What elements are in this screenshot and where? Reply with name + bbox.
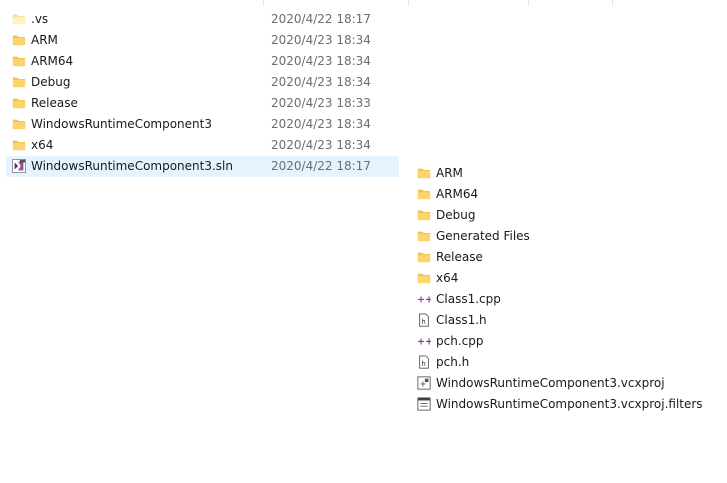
project-folder-file-list: ARMARM64DebugGenerated FilesReleasex64++… (411, 163, 721, 415)
folder-icon (12, 96, 26, 110)
file-list-item[interactable]: ++ pch.cpp (411, 331, 721, 352)
file-list-item[interactable]: ARM 2020/4/23 18:34 (6, 30, 399, 51)
date-modified: 2020/4/23 18:34 (271, 54, 371, 68)
file-list-item[interactable]: WindowsRuntimeComponent3 2020/4/23 18:34 (6, 114, 399, 135)
folder-icon (417, 208, 431, 222)
folder-icon (417, 271, 431, 285)
folder-icon (12, 138, 26, 152)
date-modified: 2020/4/23 18:34 (271, 117, 371, 131)
file-list-item[interactable]: Debug (411, 205, 721, 226)
folder-icon (12, 75, 26, 89)
folder-icon (12, 54, 26, 68)
file-name: Debug (436, 208, 476, 222)
column-divider[interactable] (528, 0, 529, 6)
date-modified: 2020/4/23 18:34 (271, 75, 371, 89)
file-list-item[interactable]: Debug 2020/4/23 18:34 (6, 72, 399, 93)
file-list-item[interactable]: h pch.h (411, 352, 721, 373)
file-list-item[interactable]: Generated Files (411, 226, 721, 247)
file-name: WindowsRuntimeComponent3 (31, 117, 212, 131)
folder-icon (417, 229, 431, 243)
file-list-item[interactable]: Release 2020/4/23 18:33 (6, 93, 399, 114)
date-modified: 2020/4/23 18:33 (271, 96, 371, 110)
hidden-folder-icon (12, 12, 26, 26)
file-name: Debug (31, 75, 71, 89)
folder-icon (417, 250, 431, 264)
date-modified: 2020/4/23 18:34 (271, 138, 371, 152)
header-file-icon: h (417, 313, 431, 327)
cpp-file-icon: ++ (417, 334, 433, 348)
file-list-item[interactable]: + WindowsRuntimeComponent3.vcxproj (411, 373, 721, 394)
folder-icon (417, 187, 431, 201)
column-divider[interactable] (263, 0, 264, 6)
file-name: Class1.h (436, 313, 487, 327)
file-name: pch.h (436, 355, 470, 369)
column-divider[interactable] (408, 0, 409, 6)
file-name: Release (31, 96, 78, 110)
date-modified: 2020/4/22 18:17 (271, 12, 371, 26)
date-modified: 2020/4/22 18:17 (271, 159, 371, 173)
file-name: ARM64 (436, 187, 479, 201)
file-name: WindowsRuntimeComponent3.vcxproj.filters (436, 397, 703, 411)
vcxproj-file-icon: + (417, 376, 431, 390)
svg-text:++: ++ (417, 337, 431, 348)
file-list-item[interactable]: WindowsRuntimeComponent3.vcxproj.filters (411, 394, 721, 415)
file-name: ARM (31, 33, 58, 47)
folder-icon (12, 117, 26, 131)
visual-studio-solution-icon (12, 159, 26, 173)
file-name: x64 (436, 271, 459, 285)
file-name: Class1.cpp (436, 292, 501, 306)
file-list-item[interactable]: x64 (411, 268, 721, 289)
file-name: WindowsRuntimeComponent3.vcxproj (436, 376, 665, 390)
file-list-item[interactable]: WindowsRuntimeComponent3.sln 2020/4/22 18… (6, 156, 399, 177)
folder-icon (12, 33, 26, 47)
column-divider[interactable] (612, 0, 613, 6)
file-name: ARM64 (31, 54, 74, 68)
file-name: Generated Files (436, 229, 530, 243)
folder-icon (417, 166, 431, 180)
solution-folder-file-list: .vs 2020/4/22 18:17 ARM 2020/4/23 18:34 ARM6… (6, 9, 399, 177)
file-list-item[interactable]: ARM64 2020/4/23 18:34 (6, 51, 399, 72)
date-modified: 2020/4/23 18:34 (271, 33, 371, 47)
file-list-item[interactable]: ARM64 (411, 184, 721, 205)
file-list-item[interactable]: Release (411, 247, 721, 268)
svg-text:h: h (421, 360, 425, 368)
cpp-file-icon: ++ (417, 292, 433, 306)
file-name: pch.cpp (436, 334, 484, 348)
column-header-edge (0, 0, 727, 6)
filters-file-icon (417, 397, 431, 411)
file-list-item[interactable]: ARM (411, 163, 721, 184)
file-list-item[interactable]: h Class1.h (411, 310, 721, 331)
file-list-item[interactable]: ++ Class1.cpp (411, 289, 721, 310)
file-name: WindowsRuntimeComponent3.sln (31, 159, 233, 173)
file-list-item[interactable]: x64 2020/4/23 18:34 (6, 135, 399, 156)
file-list-item[interactable]: .vs 2020/4/22 18:17 (6, 9, 399, 30)
header-file-icon: h (417, 355, 431, 369)
file-name: x64 (31, 138, 54, 152)
svg-text:++: ++ (417, 295, 431, 306)
file-name: Release (436, 250, 483, 264)
file-name: ARM (436, 166, 463, 180)
svg-text:h: h (421, 318, 425, 326)
file-name: .vs (31, 12, 49, 26)
